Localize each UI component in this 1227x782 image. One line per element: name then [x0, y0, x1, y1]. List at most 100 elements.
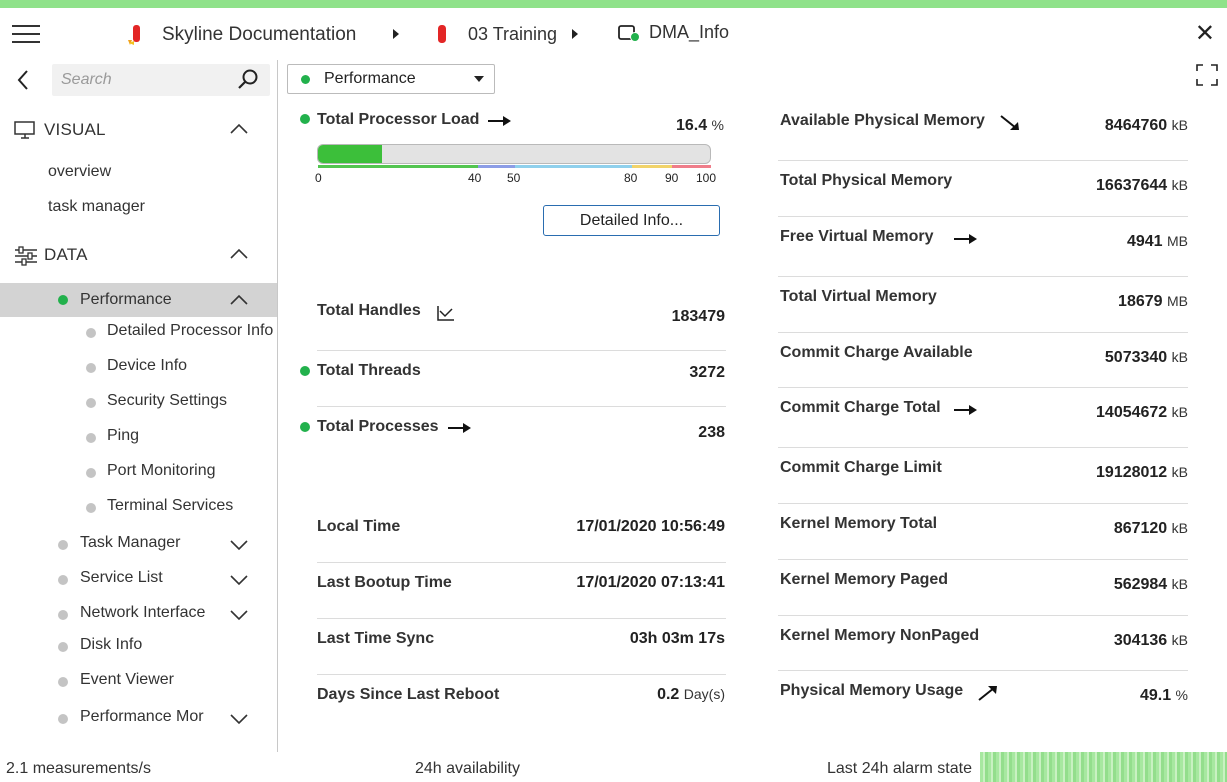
- sidebar-item-label: Terminal Services: [107, 497, 234, 514]
- breadcrumb-separator-icon: [572, 29, 578, 39]
- chevron-down-icon[interactable]: [230, 713, 248, 725]
- trend-down-arrow-icon: [1000, 115, 1019, 130]
- sidebar-item-network-interface[interactable]: Network Interface: [0, 600, 277, 630]
- close-icon[interactable]: ✕: [1195, 22, 1215, 46]
- row-divider: [778, 332, 1188, 333]
- page-selector-dropdown[interactable]: Performance: [287, 64, 495, 94]
- fullscreen-icon[interactable]: [1195, 63, 1219, 87]
- param-label-memory: Commit Charge Available: [780, 344, 973, 361]
- sidebar-subitem-security-settings[interactable]: Security Settings: [0, 388, 277, 418]
- sidebar: VISUAL overview task manager DATA Perfor…: [0, 60, 277, 750]
- sidebar-subitem-detailed-processor-info[interactable]: Detailed Processor Info: [0, 318, 277, 348]
- sidebar-item-task-manager-page[interactable]: Task Manager: [0, 530, 277, 560]
- row-divider: [317, 350, 726, 351]
- sidebar-subitem-device-info[interactable]: Device Info: [0, 353, 277, 383]
- sidebar-item-label: Device Info: [107, 357, 188, 374]
- sidebar-item-service-list[interactable]: Service List: [0, 565, 277, 595]
- status-dot-icon: [86, 363, 96, 373]
- param-label-days-since-reboot: Days Since Last Reboot: [317, 686, 500, 703]
- row-divider: [778, 615, 1188, 616]
- bar-zone-critical: [672, 165, 711, 168]
- param-label-memory: Available Physical Memory: [780, 112, 985, 129]
- param-label-total-handles: Total Handles: [317, 302, 421, 319]
- status-dot-icon: [58, 642, 68, 652]
- bar-zone-mid: [515, 165, 632, 168]
- sidebar-item-label: Detailed Processor Info: [107, 322, 274, 339]
- param-value-memory: 14054672 kB: [1096, 404, 1188, 421]
- back-arrow-icon[interactable]: [16, 69, 30, 91]
- param-value-memory: 16637644 kB: [1096, 177, 1188, 194]
- hamburger-menu-icon[interactable]: [12, 25, 40, 45]
- param-label-memory: Kernel Memory Paged: [780, 571, 949, 588]
- sidebar-item-label: Event Viewer: [80, 671, 174, 688]
- sidebar-item-task-manager[interactable]: task manager: [48, 198, 145, 216]
- processor-load-bar-fill: [318, 145, 383, 163]
- view-icon: [128, 25, 140, 45]
- dropdown-value: Performance: [324, 70, 416, 87]
- availability-label[interactable]: 24h availability: [415, 760, 520, 778]
- view-icon: [438, 25, 446, 43]
- param-label-memory: Kernel Memory NonPaged: [780, 627, 980, 644]
- status-dot-icon: [300, 422, 310, 432]
- sidebar-subitem-terminal-services[interactable]: Terminal Services: [0, 493, 277, 523]
- chevron-up-icon[interactable]: [230, 248, 248, 260]
- param-label-last-bootup-time: Last Bootup Time: [317, 574, 452, 591]
- section-visual-header[interactable]: VISUAL: [0, 115, 277, 145]
- section-data-header[interactable]: DATA: [0, 240, 277, 270]
- sidebar-subitem-port-monitoring[interactable]: Port Monitoring: [0, 458, 277, 488]
- sidebar-item-performance-monitor[interactable]: Performance Mor: [0, 704, 277, 734]
- param-value-total-threads: 3272: [689, 364, 725, 381]
- processor-load-bar: [317, 144, 711, 164]
- breadcrumb-item-2[interactable]: 03 Training: [436, 22, 557, 46]
- param-value-memory: 562984 kB: [1113, 576, 1188, 593]
- measurement-rate-text: 2.1 measurements/s: [6, 760, 151, 777]
- bar-tick-label: 80: [624, 171, 638, 185]
- search-input[interactable]: [52, 64, 222, 96]
- sidebar-item-performance[interactable]: Performance: [0, 283, 277, 317]
- param-label-total-processes: Total Processes: [317, 418, 439, 435]
- breadcrumb-label: 03 Training: [468, 23, 558, 44]
- status-dot-icon: [300, 366, 310, 376]
- row-divider: [317, 562, 726, 563]
- param-label-memory: Physical Memory Usage: [780, 682, 964, 699]
- search-icon[interactable]: [236, 69, 260, 91]
- section-label: DATA: [44, 245, 88, 264]
- param-value-total-handles: 183479: [671, 308, 725, 325]
- breadcrumb-item-3[interactable]: DMA_Info: [617, 22, 729, 43]
- chevron-up-icon[interactable]: [230, 123, 248, 135]
- monitor-icon: [14, 121, 35, 139]
- status-dot-icon: [86, 328, 96, 338]
- row-divider: [778, 216, 1188, 217]
- status-dot-icon: [58, 610, 68, 620]
- sidebar-item-event-viewer[interactable]: Event Viewer: [0, 667, 277, 697]
- detailed-info-button[interactable]: Detailed Info...: [543, 205, 720, 236]
- row-divider: [778, 276, 1188, 277]
- trend-up-arrow-icon: [978, 686, 997, 701]
- alarm-state-label: Last 24h alarm state: [827, 760, 972, 777]
- param-value-memory: 867120 kB: [1113, 520, 1188, 537]
- sidebar-item-label: Ping: [107, 427, 140, 444]
- status-dot-icon: [58, 575, 68, 585]
- chevron-up-icon[interactable]: [230, 294, 248, 306]
- sidebar-subitem-ping[interactable]: Ping: [0, 423, 277, 453]
- alarm-state-timeline[interactable]: [980, 752, 1227, 782]
- param-value-total-processes: 238: [698, 424, 725, 441]
- row-divider: [778, 387, 1188, 388]
- status-dot-icon: [86, 503, 96, 513]
- sidebar-item-overview[interactable]: overview: [48, 163, 111, 181]
- sidebar-item-disk-info[interactable]: Disk Info: [0, 632, 277, 662]
- param-label-memory: Free Virtual Memory: [780, 228, 934, 245]
- status-dot-icon: [58, 295, 68, 305]
- param-label-processor-load: Total Processor Load: [317, 111, 480, 128]
- sidebar-item-label: Task Manager: [80, 534, 181, 551]
- param-value-memory: 19128012 kB: [1096, 464, 1188, 481]
- breadcrumb-item-1[interactable]: Skyline Documentation: [126, 22, 356, 48]
- row-divider: [317, 406, 726, 407]
- chevron-down-icon[interactable]: [230, 574, 248, 586]
- trend-flat-arrow-icon: [448, 423, 471, 433]
- chevron-down-icon[interactable]: [230, 609, 248, 621]
- chevron-down-icon[interactable]: [230, 539, 248, 551]
- param-value-days-since-reboot: 0.2 Day(s): [657, 686, 725, 703]
- trend-flat-arrow-icon: [488, 116, 511, 126]
- trend-chart-icon[interactable]: [436, 304, 456, 322]
